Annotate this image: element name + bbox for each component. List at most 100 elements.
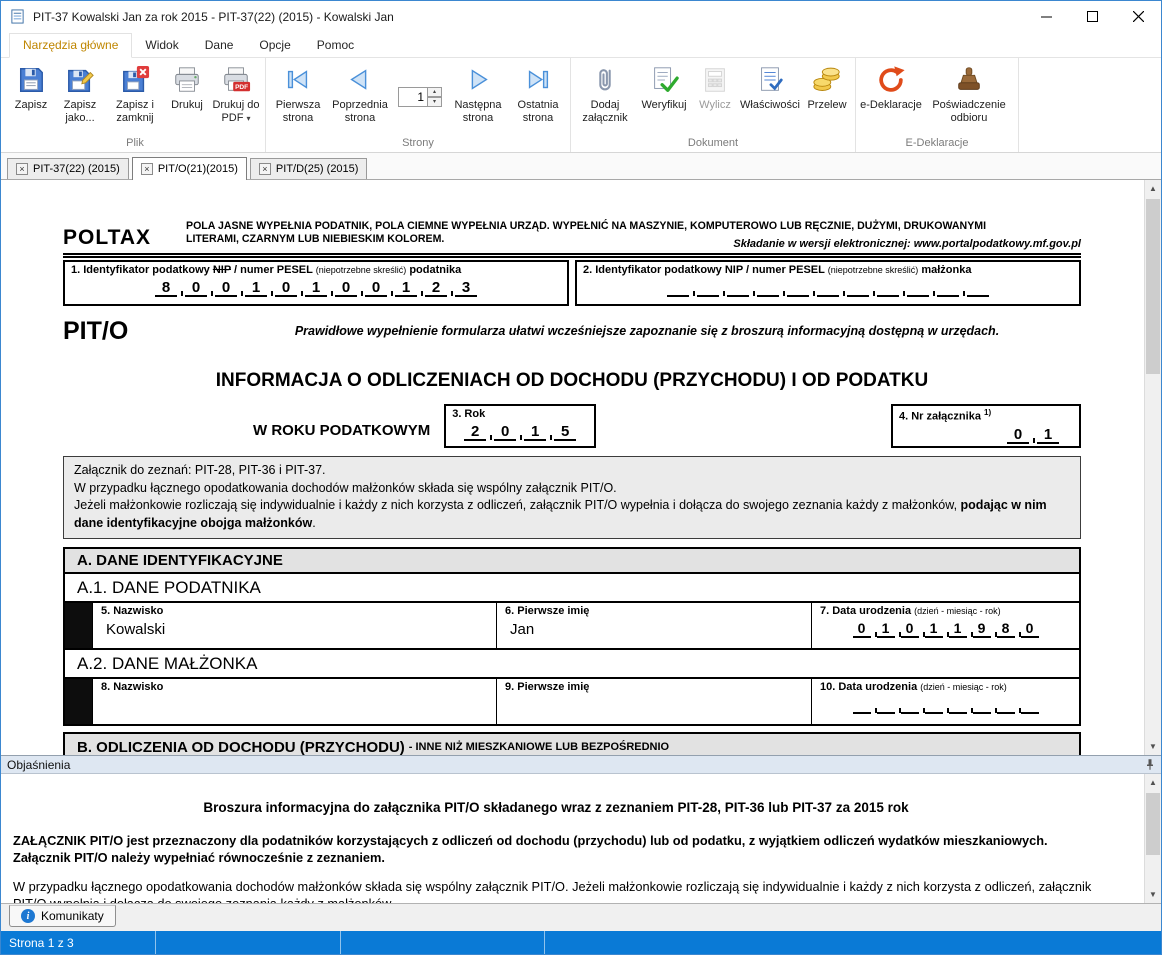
- stamp-icon: [954, 63, 984, 97]
- field-data-urodzenia-malzonka[interactable]: 10. Data urodzenia (dzień - miesiąc - ro…: [811, 679, 1079, 724]
- receipt-confirmation-button-label: Poświadczenie odbioru: [924, 99, 1014, 125]
- last-page-button[interactable]: Ostatnia strona: [509, 59, 567, 137]
- ribbon-tab-bar: Narzędzia główne Widok Dane Opcje Pomoc: [1, 32, 1161, 58]
- field-imie-podatnika[interactable]: 6. Pierwsze imię Jan: [496, 603, 811, 648]
- ribbon-tab-pomoc[interactable]: Pomoc: [304, 34, 367, 57]
- info-icon: i: [21, 909, 35, 923]
- app-icon: [10, 9, 25, 24]
- doc-tab-pito[interactable]: × PIT/O(21)(2015): [132, 157, 247, 180]
- field-label: 2. Identyfikator podatkowy NIP / numer P…: [583, 264, 1073, 276]
- field-nr-zalacznika[interactable]: 4. Nr załącznika 1) 01: [891, 404, 1081, 448]
- taxpayer-data-row: 5. Nazwisko Kowalski 6. Pierwsze imię Ja…: [63, 601, 1081, 650]
- transfer-button-label: Przelew: [807, 99, 846, 112]
- paperclip-icon: [590, 63, 620, 97]
- page-spinner-up-icon[interactable]: ▴: [428, 87, 442, 97]
- add-attachment-button[interactable]: Dodaj załącznik: [574, 59, 636, 137]
- tab-komunikaty[interactable]: i Komunikaty: [9, 905, 116, 927]
- field-imie-malzonka[interactable]: 9. Pierwsze imię: [496, 679, 811, 724]
- verify-button[interactable]: Weryfikuj: [636, 59, 692, 137]
- section-a2-header: A.2. DANE MAŁŻONKA: [63, 648, 1081, 679]
- field-rok[interactable]: 3. Rok 2015: [444, 404, 596, 448]
- calculate-button[interactable]: Wylicz: [692, 59, 738, 137]
- previous-page-button-label: Poprzednia strona: [328, 99, 392, 125]
- print-button[interactable]: Drukuj: [164, 59, 210, 137]
- year-row: W ROKU PODATKOWYM 3. Rok 2015 4. Nr załą…: [63, 404, 1081, 448]
- last-page-button-label: Ostatnia strona: [510, 99, 566, 125]
- tab-close-icon[interactable]: ×: [141, 163, 153, 175]
- close-button[interactable]: [1115, 1, 1161, 32]
- first-page-button[interactable]: Pierwsza strona: [269, 59, 327, 137]
- objasnienia-header: Objaśnienia: [1, 755, 1161, 774]
- receipt-confirmation-button[interactable]: Poświadczenie odbioru: [923, 59, 1015, 137]
- objasnienia-scrollbar[interactable]: ▲ ▼: [1144, 774, 1161, 903]
- maximize-button[interactable]: [1069, 1, 1115, 32]
- status-segment: [341, 931, 545, 954]
- scroll-thumb[interactable]: [1146, 793, 1160, 855]
- doc-tab-pit37[interactable]: × PIT-37(22) (2015): [7, 158, 129, 179]
- field-value: Kowalski: [101, 617, 488, 638]
- print-to-pdf-button[interactable]: PDF Drukuj do PDF ▾: [210, 59, 262, 137]
- note-line: W przypadku łącznego opodatkowania docho…: [74, 480, 1070, 498]
- field-nazwisko-malzonka[interactable]: 8. Nazwisko: [92, 679, 496, 724]
- field-data-urodzenia-podatnika[interactable]: 7. Data urodzenia (dzień - miesiąc - rok…: [811, 603, 1079, 648]
- ribbon-group-edeklaracje: e-Deklaracje Poświadczenie odbioru E-Dek…: [856, 58, 1019, 152]
- transfer-button[interactable]: Przelew: [802, 59, 852, 137]
- form-preview-area: POLTAX POLA JASNE WYPEŁNIA PODATNIK, POL…: [1, 180, 1161, 755]
- efiling-note: Składanie w wersji elektronicznej: www.p…: [733, 238, 1081, 250]
- pin-icon[interactable]: [1144, 758, 1156, 771]
- ribbon-tab-widok[interactable]: Widok: [132, 34, 191, 57]
- properties-button[interactable]: Właściwości: [738, 59, 802, 137]
- ribbon-group-strony: Pierwsza strona Poprzednia strona ▴ ▾: [266, 58, 571, 152]
- first-page-button-label: Pierwsza strona: [270, 99, 326, 125]
- page-number-control: ▴ ▾: [398, 87, 442, 107]
- save-and-close-button[interactable]: Zapisz i zamknij: [106, 59, 164, 137]
- scroll-thumb[interactable]: [1146, 199, 1160, 374]
- field-label: 7. Data urodzenia (dzień - miesiąc - rok…: [820, 605, 1071, 617]
- scroll-up-icon[interactable]: ▲: [1145, 180, 1161, 197]
- svg-text:PDF: PDF: [235, 84, 248, 91]
- note-line: Jeżeli małżonkowie rozliczają się indywi…: [74, 497, 1070, 532]
- field-value: [101, 693, 488, 711]
- section-b-header: B. ODLICZENIA OD DOCHODU (PRZYCHODU) - I…: [63, 732, 1081, 755]
- save-button[interactable]: Zapisz: [8, 59, 54, 137]
- verify-button-label: Weryfikuj: [641, 99, 686, 112]
- year-label: W ROKU PODATKOWYM: [253, 422, 430, 439]
- status-bar: Strona 1 z 3: [1, 931, 1161, 954]
- brochure-paragraph: Załącznik PIT/O należy wypełniać równocz…: [13, 849, 1099, 866]
- tab-close-icon[interactable]: ×: [16, 163, 28, 175]
- field-pesel-malzonka[interactable]: 2. Identyfikator podatkowy NIP / numer P…: [575, 260, 1081, 306]
- first-page-icon: [283, 63, 313, 97]
- page-number-input[interactable]: [398, 87, 428, 107]
- window-controls: [1023, 1, 1161, 32]
- ribbon-group-label-strony: Strony: [269, 137, 567, 152]
- doc-tab-pitd[interactable]: × PIT/D(25) (2015): [250, 158, 368, 179]
- last-page-icon: [523, 63, 553, 97]
- form-scrollbar[interactable]: ▲ ▼: [1144, 180, 1161, 755]
- field-pesel-podatnika[interactable]: 1. Identyfikator podatkowy NIP / numer P…: [63, 260, 569, 306]
- print-pdf-icon: PDF: [221, 63, 251, 97]
- print-button-label: Drukuj: [171, 99, 203, 112]
- objasnienia-content: Broszura informacyjna do załącznika PIT/…: [1, 774, 1161, 904]
- scroll-down-icon[interactable]: ▼: [1145, 738, 1161, 755]
- scroll-down-icon[interactable]: ▼: [1145, 886, 1161, 903]
- window-title: PIT-37 Kowalski Jan za rok 2015 - PIT-37…: [33, 10, 1023, 24]
- minimize-button[interactable]: [1023, 1, 1069, 32]
- field-nazwisko-podatnika[interactable]: 5. Nazwisko Kowalski: [92, 603, 496, 648]
- ribbon-tab-dane[interactable]: Dane: [192, 34, 247, 57]
- scroll-up-icon[interactable]: ▲: [1145, 774, 1161, 791]
- form-title-row: PIT/O Prawidłowe wypełnienie formularza …: [63, 314, 1081, 348]
- save-button-label: Zapisz: [15, 99, 47, 112]
- tab-close-icon[interactable]: ×: [259, 163, 271, 175]
- e-deklaracje-button-label: e-Deklaracje: [860, 99, 922, 112]
- e-deklaracje-button[interactable]: e-Deklaracje: [859, 59, 923, 137]
- save-as-button[interactable]: Zapisz jako...: [54, 59, 106, 137]
- next-page-button[interactable]: Następna strona: [447, 59, 509, 137]
- ribbon-tab-narzedzia-glowne[interactable]: Narzędzia główne: [9, 33, 132, 58]
- ribbon-group-label-plik: Plik: [8, 137, 262, 152]
- pesel-comb: [583, 279, 1073, 297]
- page-spinner-down-icon[interactable]: ▾: [428, 97, 442, 107]
- previous-page-button[interactable]: Poprzednia strona: [327, 59, 393, 137]
- ribbon-tab-opcje[interactable]: Opcje: [246, 34, 303, 57]
- status-segment: [156, 931, 341, 954]
- previous-page-icon: [345, 63, 375, 97]
